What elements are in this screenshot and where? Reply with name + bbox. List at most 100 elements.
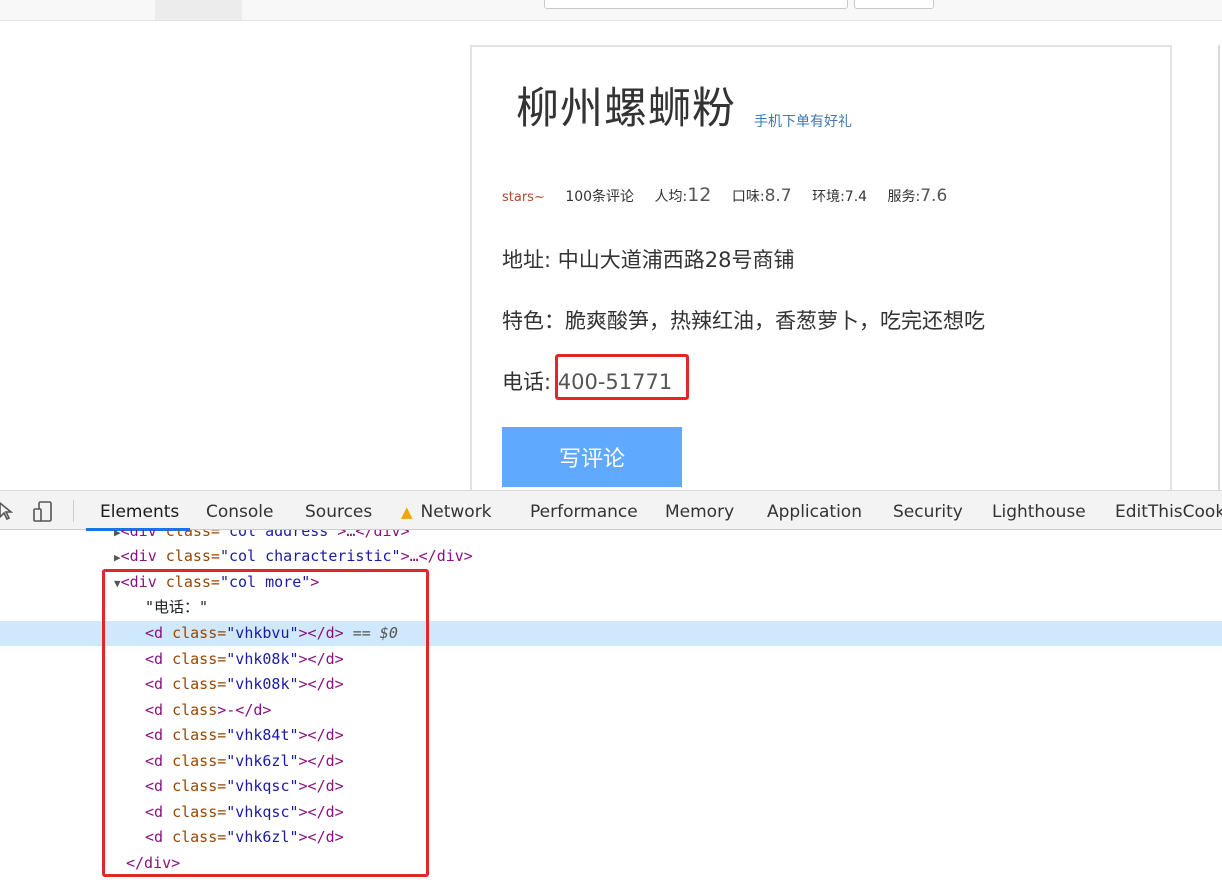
dom-attr-name: class= xyxy=(156,530,220,540)
dom-tag: <d xyxy=(145,624,164,642)
phone-label: 电话: xyxy=(502,370,552,394)
taste-value: 8.7 xyxy=(764,186,792,206)
browser-tab[interactable] xyxy=(155,0,242,20)
dom-tag: <div xyxy=(120,547,157,565)
avg-price-value: 12 xyxy=(687,184,712,206)
tab-editthiscookie[interactable]: EditThisCooki xyxy=(1115,502,1222,522)
shop-feature: 特色：脆爽酸笋，热辣红油，香葱萝卜，吃完还想吃 xyxy=(502,309,985,333)
dom-tag: <d xyxy=(145,650,164,668)
dom-tag: <d xyxy=(145,803,164,821)
tab-security[interactable]: Security xyxy=(893,502,963,522)
star-rating: stars~ xyxy=(502,190,545,205)
dom-tag: <d xyxy=(145,828,164,846)
dom-attr-name: class= xyxy=(163,726,227,744)
tab-performance[interactable]: Performance xyxy=(530,502,638,522)
dom-attr-name: class= xyxy=(163,675,227,693)
shop-card: 柳州螺蛳粉 手机下单有好礼 stars~ 100条评论 人均:12 口味:8.7… xyxy=(470,45,1172,505)
toolbar-divider xyxy=(73,500,74,522)
search-box[interactable] xyxy=(544,0,848,9)
dom-attr-value: "col characteristic" xyxy=(219,547,401,565)
dom-text-node: "电话：" xyxy=(145,598,209,616)
dom-attr-value: "vhkqsc" xyxy=(226,777,299,795)
dom-node[interactable]: <d class="vhkqsc"></d> xyxy=(0,774,1222,799)
phone-number: 400-51771 xyxy=(557,370,673,394)
dom-node[interactable]: ▶<div class="col address">…</div> xyxy=(0,530,1222,544)
collapse-triangle-icon[interactable]: ▼ xyxy=(114,577,121,590)
dom-tag: <d xyxy=(145,777,164,795)
browser-top-strip xyxy=(0,0,1222,21)
dom-attr-name: class= xyxy=(156,573,220,591)
dom-tag-close: ></d> xyxy=(298,624,344,642)
dom-attr-value: "col more" xyxy=(219,573,311,591)
dom-node[interactable]: <d class>-</d> xyxy=(0,698,1222,723)
review-count[interactable]: 100条评论 xyxy=(565,186,634,206)
tab-sources[interactable]: Sources xyxy=(305,502,372,522)
tab-console[interactable]: Console xyxy=(206,502,274,522)
dom-attr-name: class= xyxy=(163,803,227,821)
dom-node[interactable]: ▼<div class="col more"> xyxy=(0,570,1222,595)
dom-tag-close: ></d> xyxy=(298,828,344,846)
env-label: 环境: xyxy=(812,189,845,205)
dom-tag: <d xyxy=(145,726,164,744)
dom-tag: <div xyxy=(120,530,157,540)
device-toggle-icon[interactable] xyxy=(32,501,56,527)
elements-tree[interactable]: ▶<div class="col address">…</div> ▶<div c… xyxy=(0,530,1222,882)
inspect-cursor-icon[interactable] xyxy=(0,501,16,525)
dom-tag-close: ></d> xyxy=(298,650,344,668)
environment-score: 环境:7.4 xyxy=(812,186,867,206)
dom-tag-close: ></d> xyxy=(298,752,344,770)
dom-attr-name: class= xyxy=(156,547,220,565)
dom-attr-name: class= xyxy=(163,828,227,846)
service-label: 服务: xyxy=(887,189,921,205)
dom-tag-close: ></d> xyxy=(298,675,344,693)
tab-memory[interactable]: Memory xyxy=(665,502,734,522)
tab-elements[interactable]: Elements xyxy=(100,502,179,522)
expand-triangle-icon[interactable]: ▶ xyxy=(114,530,121,539)
tab-lighthouse[interactable]: Lighthouse xyxy=(992,502,1086,522)
dom-attr-name: class xyxy=(163,701,218,719)
dom-node[interactable]: ▶<div class="col characteristic">…</div> xyxy=(0,544,1222,569)
tab-application[interactable]: Application xyxy=(767,502,862,522)
dom-attr-name: class= xyxy=(163,752,227,770)
dom-node[interactable]: "电话：" xyxy=(0,595,1222,620)
dom-tag: <div xyxy=(120,573,157,591)
taste-label: 口味: xyxy=(731,189,765,205)
dom-attr-name: class= xyxy=(163,650,227,668)
dom-attr-value: "vhk08k" xyxy=(226,675,299,693)
dom-node-selected[interactable]: <d class="vhkbvu"></d> == $0 xyxy=(0,621,1222,646)
shop-address: 地址: 中山大道浦西路28号商铺 xyxy=(502,248,795,272)
env-value: 7.4 xyxy=(844,189,868,205)
dom-tag: <d xyxy=(145,675,164,693)
tab-network-label: Network xyxy=(420,502,492,522)
dom-tag: </div> xyxy=(126,854,181,872)
dom-attr-value: "vhk6zl" xyxy=(226,752,299,770)
taste-score: 口味:8.7 xyxy=(732,186,792,206)
promo-link[interactable]: 手机下单有好礼 xyxy=(754,111,852,131)
dom-node[interactable]: </div> xyxy=(0,851,1222,876)
devtools-panel: Elements Console Sources ▲ Network Perfor… xyxy=(0,490,1222,882)
dom-attr-value: "vhkbvu" xyxy=(226,624,299,642)
selected-node-marker: == $0 xyxy=(343,624,398,642)
tab-network[interactable]: ▲ Network xyxy=(401,502,492,522)
dom-tag-close: > xyxy=(310,573,320,591)
dom-node[interactable]: <d class="vhk6zl"></d> xyxy=(0,749,1222,774)
dom-attr-value: "vhk6zl" xyxy=(226,828,299,846)
dom-node[interactable]: <d class="vhkqsc"></d> xyxy=(0,800,1222,825)
avg-price: 人均:12 xyxy=(655,184,712,206)
shop-name: 柳州螺蛳粉 xyxy=(516,84,736,134)
dom-node[interactable]: <d class="vhk08k"></d> xyxy=(0,647,1222,672)
dom-node[interactable]: <d class="vhk08k"></d> xyxy=(0,672,1222,697)
dom-tag-close: ></d> xyxy=(298,803,344,821)
search-button[interactable] xyxy=(854,0,934,9)
write-review-button[interactable]: 写评论 xyxy=(502,427,682,487)
dom-tag-close: >-</d> xyxy=(217,701,272,719)
avg-price-label: 人均: xyxy=(654,189,688,205)
dom-tag-close: >…</div> xyxy=(337,530,410,540)
expand-triangle-icon[interactable]: ▶ xyxy=(114,551,121,564)
shop-phone: 电话: 400-51771 xyxy=(502,366,672,396)
shop-brief-info: stars~ 100条评论 人均:12 口味:8.7 环境:7.4 服务:7.6 xyxy=(502,184,963,206)
scrollbar-track[interactable] xyxy=(1218,45,1220,490)
dom-node[interactable]: <d class="vhk84t"></d> xyxy=(0,723,1222,748)
dom-node[interactable]: <d class="vhk6zl"></d> xyxy=(0,825,1222,850)
dom-tag: <d xyxy=(145,701,164,719)
